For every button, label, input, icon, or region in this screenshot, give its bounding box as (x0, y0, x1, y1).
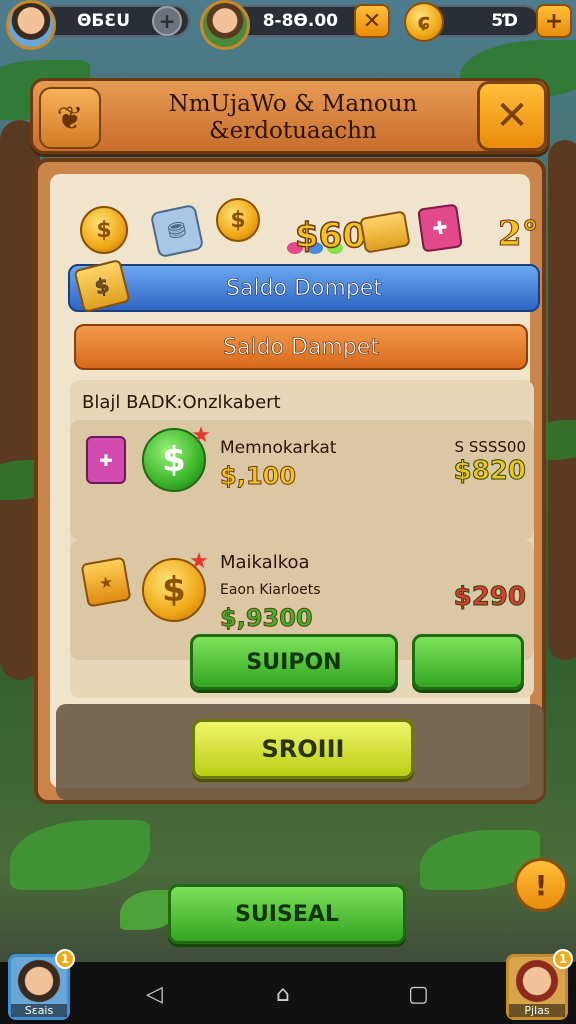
offer-1-price: $,100 (220, 462, 297, 491)
page-title: NmUjaWo & Manoun &erdotuaachn (168, 91, 418, 144)
left-profile-button[interactable]: 1 Sɛais (8, 949, 75, 1020)
bottom-action-button[interactable]: SUISEAL (168, 884, 406, 944)
shelf-amount: $60 (294, 215, 366, 257)
top-bar: ΘƂƐU + 8-8Ɵ.00 ✕ 5Ɗ ɕ + (0, 0, 576, 50)
gold-bar-icon[interactable] (359, 210, 411, 254)
header-banner: ❦ NmUjaWo & Manoun &erdotuaachn ✕ (30, 78, 550, 154)
left-profile-label: Sɛais (11, 1004, 67, 1017)
home-icon[interactable]: ⌂ (276, 982, 290, 1007)
offer-1-name: Memnokarkat (220, 438, 337, 458)
star-icon: ★ (189, 548, 209, 574)
coin-stack-icon[interactable]: $ (216, 198, 260, 242)
offers-title: Blajl BADK:Onzlkabert (82, 392, 281, 413)
recent-apps-icon[interactable]: ▢ (408, 982, 429, 1007)
gift-box-icon: ✚ (86, 436, 126, 484)
close-currency-2-button[interactable]: ✕ (354, 4, 390, 38)
offer-2-new-price: $290 (453, 582, 526, 613)
shop-panel-inner: $ ⛃ $ $60 ✚ 2° $ Saldo Dompet Saldo Damp… (50, 174, 544, 800)
back-icon[interactable]: ◁ (146, 982, 163, 1007)
bag-item-icon[interactable]: ⛃ (149, 203, 205, 259)
offer-2-name: Maikalkoa (220, 552, 310, 573)
offer-2-subname: Eaon Kiarloets (220, 582, 321, 598)
wallet-icon: $ (73, 258, 131, 314)
coin-icon: ɕ (404, 2, 444, 42)
right-profile-label: Pjlas (509, 1004, 565, 1017)
system-navbar: ◁ ⌂ ▢ (0, 962, 576, 1024)
offer-1-old-price: S 𝖲𝖲𝖲𝖲𝟢𝟢 (454, 438, 526, 456)
confirm-button[interactable]: SROIII (192, 719, 414, 779)
add-currency-3-button[interactable]: + (536, 4, 572, 38)
notification-badge: 1 (553, 949, 573, 969)
buy-button[interactable]: SUIPON (190, 634, 398, 690)
add-currency-1-button[interactable]: + (152, 6, 182, 36)
notification-badge: 1 (55, 949, 75, 969)
offer-1-side: S 𝖲𝖲𝖲𝖲𝟢𝟢 $820 (453, 438, 526, 487)
coin-item-icon[interactable]: $ (80, 206, 128, 254)
right-profile-button[interactable]: 1 Pjlas (506, 949, 573, 1020)
close-button[interactable]: ✕ (477, 81, 547, 151)
item-shelf: $ ⛃ $ $60 ✚ 2° (70, 190, 540, 260)
guild-avatar[interactable] (200, 0, 250, 50)
shop-emblem-icon: ❦ (39, 87, 101, 149)
offer-card-1[interactable]: ✚ $ ★ Memnokarkat $,100 S 𝖲𝖲𝖲𝖲𝟢𝟢 $820 (70, 420, 534, 540)
wallet-balance-tab[interactable]: Saldo Dampet (74, 324, 528, 370)
shelf-extra: 2° (498, 214, 540, 255)
shop-panel: $ ⛃ $ $60 ✚ 2° $ Saldo Dompet Saldo Damp… (34, 158, 546, 804)
wallet-balance-bar[interactable]: $ Saldo Dompet (68, 258, 540, 314)
star-chest-icon: ★ (80, 556, 132, 608)
alert-button[interactable]: ! (514, 858, 568, 912)
offer-1-new-price: $820 (453, 456, 526, 487)
offer-2-side: $290 (453, 582, 526, 613)
offers-section: Blajl BADK:Onzlkabert ✚ $ ★ Memnokarkat … (70, 380, 534, 698)
star-icon: ★ (191, 422, 211, 448)
player-avatar[interactable] (6, 0, 56, 50)
secondary-buy-button[interactable] (412, 634, 524, 690)
offer-2-price: $,9300 (220, 604, 314, 633)
gift-box-icon[interactable]: ✚ (417, 203, 463, 253)
